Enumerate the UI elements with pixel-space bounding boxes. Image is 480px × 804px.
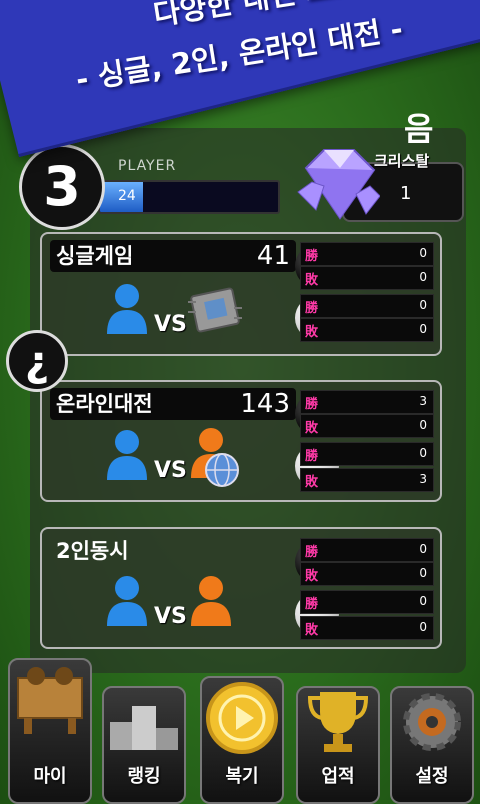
nav-ranking[interactable]: 랭킹 [102,686,186,804]
replay-coin-icon [202,678,282,758]
win-label: 勝 [305,249,319,264]
vs-label: VS [154,458,187,483]
loss-value: 0 [419,418,427,432]
player-label: PLAYER [118,158,177,174]
help-icon: ¿ [24,336,50,386]
record-row: 敗0 [300,562,434,586]
level-badge: 3 [19,144,105,230]
loss-value: 0 [419,270,427,284]
blue-player-icon [107,430,147,480]
mode-title-bar: 싱글게임 41 [50,240,296,272]
loss-label: 敗 [305,475,319,490]
win-label: 勝 [305,397,319,412]
record-row: 敗0 [300,616,434,640]
loss-label: 敗 [305,325,319,340]
win-value: 0 [419,594,427,608]
record-row: 敗0 [300,414,434,438]
mode-title: 2인동시 [56,539,129,563]
win-label: 勝 [305,597,319,612]
record-row: 勝0 [300,294,434,318]
mode-game-count: 143 [240,389,290,419]
record-row: 勝0 [300,242,434,266]
nav-label: 마이 [33,766,67,787]
crystal-icon [297,149,380,220]
level-value: 3 [43,155,81,218]
nav-label: 설정 [415,766,449,787]
go-board-icon [10,660,90,740]
nav-achievements[interactable]: 업적 [296,686,380,804]
win-label: 勝 [305,449,319,464]
blue-player-icon [107,576,147,626]
mode-game-count: 41 [256,241,290,271]
help-button[interactable]: ¿ [6,330,68,392]
mode-title: 싱글게임 [56,244,134,268]
nav-replay[interactable]: 복기 [200,676,284,804]
loss-value: 0 [419,620,427,634]
record-row: 勝3 [300,390,434,414]
record-row: 勝0 [300,442,434,466]
online-globe-icon [205,453,239,487]
record-row: 敗0 [300,266,434,290]
experience-bar: 24 [98,180,280,214]
record-row: 勝0 [300,590,434,614]
loss-value: 0 [419,322,427,336]
crystal-value: 1 [400,183,412,204]
record-row: 勝0 [300,538,434,562]
orange-player-icon [191,576,231,626]
experience-value: 24 [118,188,136,204]
win-value: 3 [419,394,427,408]
loss-value: 0 [419,566,427,580]
win-value: 0 [419,246,427,260]
cpu-chip-icon [188,287,242,333]
vs-label: VS [154,604,187,629]
loss-label: 敗 [305,273,319,288]
nav-label: 복기 [225,766,259,787]
mode-title-bar: 온라인대전 143 [50,388,296,420]
mode-title-bar: 2인동시 [50,535,296,567]
loss-label: 敗 [305,569,319,584]
podium-icon [104,688,184,758]
title-fragment: 음 [404,110,434,148]
nav-settings[interactable]: 설정 [390,686,474,804]
gear-icon [392,688,472,758]
mode-title: 온라인대전 [56,392,153,416]
loss-label: 敗 [305,421,319,436]
record-row: 敗0 [300,318,434,342]
trophy-icon [298,688,378,758]
nav-label: 업적 [321,766,355,787]
win-label: 勝 [305,301,319,316]
loss-label: 敗 [305,623,319,638]
win-value: 0 [419,542,427,556]
record-row: 敗3 [300,468,434,492]
loss-value: 3 [419,472,427,486]
nav-label: 랭킹 [127,766,161,787]
win-value: 0 [419,446,427,460]
win-label: 勝 [305,545,319,560]
blue-player-icon [107,284,147,334]
nav-my[interactable]: 마이 [8,658,92,804]
win-value: 0 [419,298,427,312]
crystal-label: 크리스탈 [374,152,430,170]
